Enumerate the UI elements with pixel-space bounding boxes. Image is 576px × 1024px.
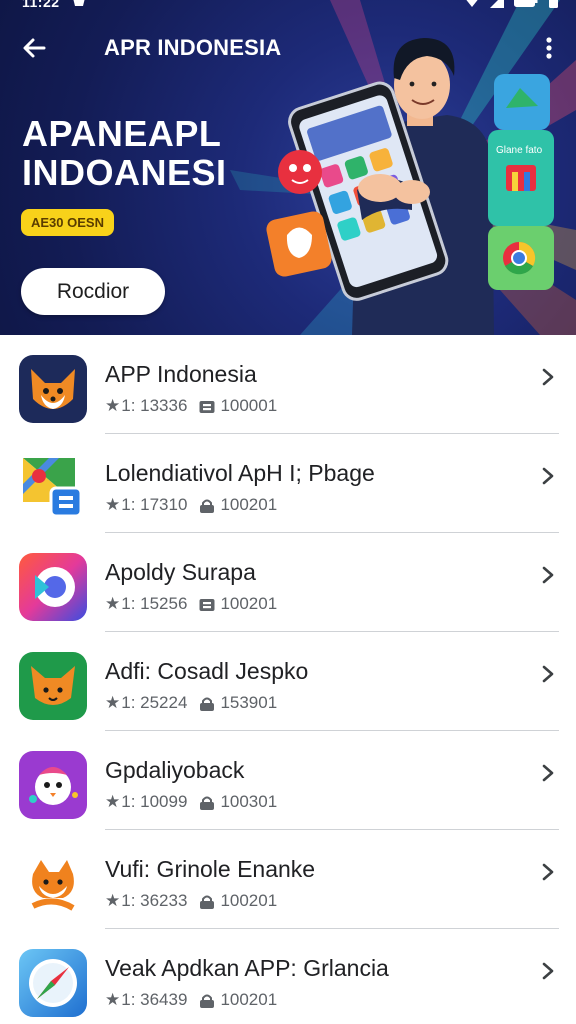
chevron-right-icon[interactable]	[540, 466, 556, 486]
chevron-right-icon[interactable]	[540, 862, 556, 882]
lock-icon	[199, 894, 215, 909]
status-bar: 11:22	[0, 0, 576, 14]
download-box-icon	[199, 597, 215, 611]
app-name: Gpdaliyoback	[105, 757, 245, 783]
chevron-right-icon[interactable]	[540, 961, 556, 981]
list-item-3[interactable]: Apoldy Surapa ★ 1: 15256 100201	[0, 533, 576, 632]
list-item-7[interactable]: Veak Apdkan APP: Grlancia ★ 1: 36439 100…	[0, 929, 576, 1024]
star-icon: ★	[105, 693, 121, 712]
star-icon: ★	[105, 495, 121, 514]
lock-icon	[199, 993, 215, 1008]
chevron-right-icon[interactable]	[540, 763, 556, 783]
app-meta: ★ 1: 10099 100301	[105, 792, 277, 812]
lock-icon	[199, 498, 215, 513]
back-arrow-icon[interactable]	[20, 34, 48, 62]
app-rating: 1: 36233	[121, 891, 188, 910]
lock-icon	[199, 696, 215, 711]
star-icon: ★	[105, 594, 121, 613]
banner-heading-line1: APANEAPL	[22, 113, 222, 154]
list-item-2[interactable]: Lolendiativol ApH I; Pbage ★ 1: 17310 10…	[0, 434, 576, 533]
banner-cta-button[interactable]: Rocdior	[21, 268, 165, 315]
star-icon: ★	[105, 891, 121, 910]
app-meta: ★ 1: 13336 100001	[105, 396, 277, 416]
star-icon: ★	[105, 990, 121, 1009]
app-rating: 1: 13336	[121, 396, 188, 415]
app-name: APP Indonesia	[105, 361, 257, 387]
lock-icon	[199, 795, 215, 810]
star-icon: ★	[105, 792, 121, 811]
app-downloads: 100201	[220, 495, 278, 514]
battery-level-icon	[549, 0, 558, 8]
banner-heading-line2: INDOANESI	[22, 152, 227, 193]
app-name: Lolendiativol ApH I; Pbage	[105, 460, 375, 486]
list-item-6[interactable]: Vufi: Grinole Enanke ★ 1: 36233 100201	[0, 830, 576, 929]
app-meta: ★ 1: 36439 100201	[105, 990, 277, 1010]
app-name: Vufi: Grinole Enanke	[105, 856, 316, 882]
shield-status-icon	[73, 0, 85, 6]
compass-icon	[19, 949, 87, 1017]
app-meta: ★ 1: 36233 100201	[105, 891, 277, 911]
maps-icon	[19, 454, 87, 522]
hero-banner: 11:22 APR INDONESIA APANEAPL INDOANESI A…	[0, 0, 576, 335]
app-list: APP Indonesia ★ 1: 13336 100001 Lolendia…	[0, 335, 576, 1024]
swirl-icon	[19, 553, 87, 621]
banner-heading: APANEAPL INDOANESI	[22, 114, 292, 192]
app-downloads: 100201	[220, 891, 278, 910]
app-downloads: 100301	[220, 792, 278, 811]
app-meta: ★ 1: 15256 100201	[105, 594, 277, 614]
signal-icon	[490, 0, 504, 8]
cat-icon	[19, 652, 87, 720]
bird-icon	[19, 751, 87, 819]
list-item-5[interactable]: Gpdaliyoback ★ 1: 10099 100301	[0, 731, 576, 830]
shiba-icon	[19, 850, 87, 918]
app-rating: 1: 10099	[121, 792, 188, 811]
chevron-right-icon[interactable]	[540, 565, 556, 585]
app-rating: 1: 36439	[121, 990, 188, 1009]
app-downloads: 100001	[220, 396, 278, 415]
download-box-icon	[199, 399, 215, 413]
banner-badge: AE30 OESN	[21, 209, 114, 236]
app-meta: ★ 1: 17310 100201	[105, 495, 277, 515]
app-downloads: 100201	[220, 594, 278, 613]
status-time: 11:22	[22, 0, 60, 10]
list-item-1[interactable]: APP Indonesia ★ 1: 13336 100001	[0, 335, 576, 434]
app-title: APR INDONESIA	[104, 35, 282, 60]
hero-illustration: Glane fato	[266, 38, 554, 335]
banner-card-text: Glane fato	[496, 145, 543, 156]
wifi-icon	[466, 0, 478, 7]
app-meta: ★ 1: 25224 153901	[105, 693, 277, 713]
star-icon: ★	[105, 396, 121, 415]
chevron-right-icon[interactable]	[540, 367, 556, 387]
app-name: Adfi: Cosadl Jespko	[105, 658, 309, 684]
app-downloads: 100201	[220, 990, 278, 1009]
app-rating: 1: 17310	[121, 495, 188, 514]
chevron-right-icon[interactable]	[540, 664, 556, 684]
battery-icon	[514, 0, 538, 7]
list-item-4[interactable]: Adfi: Cosadl Jespko ★ 1: 25224 153901	[0, 632, 576, 731]
app-rating: 1: 25224	[121, 693, 188, 712]
app-name: Veak Apdkan APP: Grlancia	[105, 955, 389, 981]
app-name: Apoldy Surapa	[105, 559, 256, 585]
app-rating: 1: 15256	[121, 594, 188, 613]
app-downloads: 153901	[220, 693, 278, 712]
fox-icon	[19, 355, 87, 423]
